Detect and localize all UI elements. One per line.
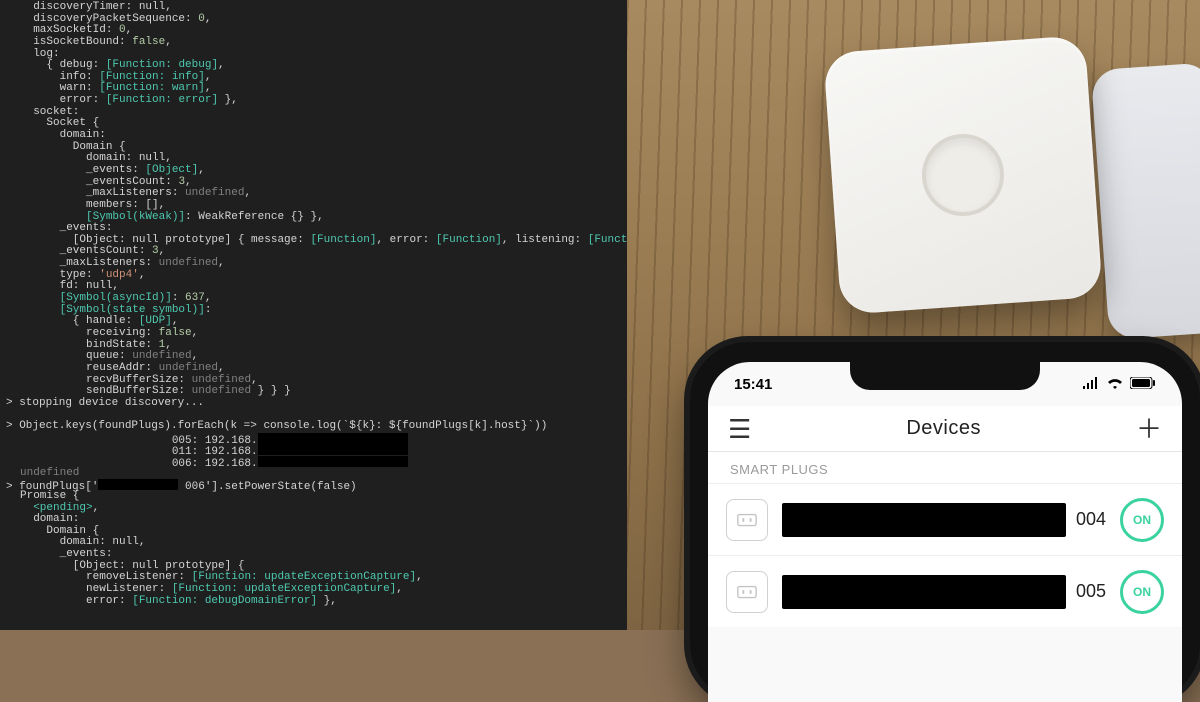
terminal-line: _events: [Object], <box>0 165 627 177</box>
terminal-line: receiving: false, <box>0 328 627 340</box>
terminal[interactable]: discoveryTimer: null, discoveryPacketSeq… <box>0 0 627 630</box>
battery-icon <box>1130 376 1156 393</box>
terminal-line: _maxListeners: undefined, <box>0 258 627 270</box>
terminal-line: 005: 192.168. <box>0 433 627 445</box>
power-toggle[interactable]: ON <box>1120 498 1164 542</box>
plug-name-redacted <box>782 503 1066 537</box>
status-time: 15:41 <box>734 376 772 393</box>
terminal-line: stopping device discovery... <box>0 398 627 410</box>
plug-icon <box>726 499 768 541</box>
terminal-line: _events: <box>0 549 627 561</box>
plug-suffix: 004 <box>1076 509 1106 530</box>
terminal-line: reuseAddr: undefined, <box>0 363 627 375</box>
terminal-line: domain: <box>0 130 627 142</box>
terminal-line: error: [Function: error] }, <box>0 95 627 107</box>
plug-suffix: 005 <box>1076 581 1106 602</box>
terminal-line: foundPlugs[' 006'].setPowerState(false) <box>0 479 627 491</box>
plus-icon[interactable]: ＋ <box>1136 416 1162 442</box>
smart-hub-device <box>823 35 1103 315</box>
power-strip <box>1091 62 1200 340</box>
plug-row[interactable]: 004 ON <box>708 483 1182 555</box>
terminal-line: isSocketBound: false, <box>0 37 627 49</box>
terminal-line: <pending>, <box>0 503 627 515</box>
phone-notch <box>850 362 1040 390</box>
wifi-icon <box>1106 376 1124 393</box>
terminal-line: Object.keys(foundPlugs).forEach(k => con… <box>0 421 627 433</box>
app-navbar: ☰ Devices ＋ <box>708 406 1182 452</box>
plug-name-redacted <box>782 575 1066 609</box>
terminal-line: 011: 192.168. <box>0 444 627 456</box>
plug-icon <box>726 571 768 613</box>
section-header: SMART PLUGS <box>708 452 1182 483</box>
phone-screen: 15:41 ☰ Devices ＋ SMART PLUGS 004 ON 005 ON <box>708 362 1182 702</box>
phone-frame: 15:41 ☰ Devices ＋ SMART PLUGS 004 ON 005 ON <box>690 342 1200 702</box>
page-title: Devices <box>906 417 981 440</box>
signal-icon <box>1082 376 1100 393</box>
terminal-line: error: [Function: debugDomainError] }, <box>0 596 627 608</box>
plug-row[interactable]: 005 ON <box>708 555 1182 627</box>
hamburger-icon[interactable]: ☰ <box>728 416 751 442</box>
power-toggle[interactable]: ON <box>1120 570 1164 614</box>
terminal-line: 006: 192.168. <box>0 456 627 468</box>
terminal-line: discoveryTimer: null, <box>0 2 627 14</box>
